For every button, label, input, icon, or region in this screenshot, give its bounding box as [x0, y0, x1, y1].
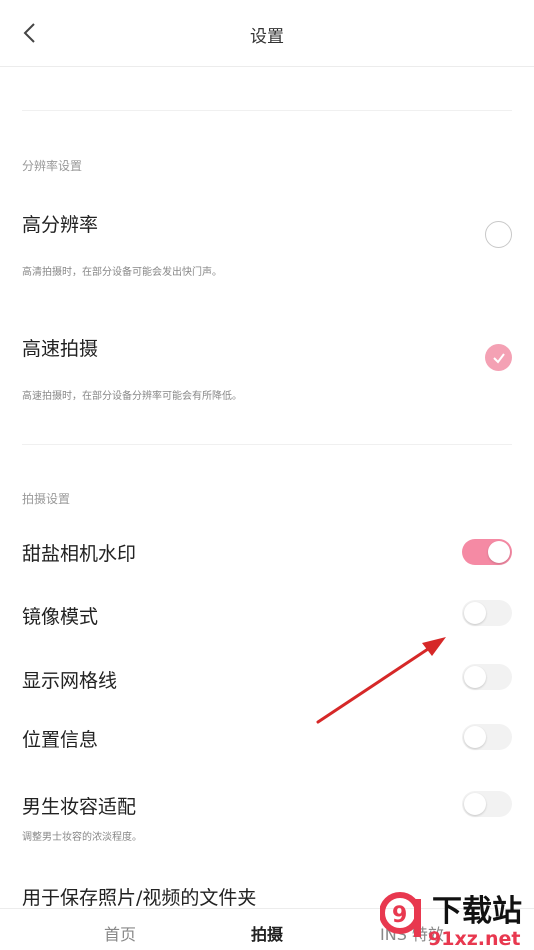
male-makeup-desc: 调整男士妆容的浓淡程度。	[22, 832, 142, 843]
watermark-toggle[interactable]	[462, 539, 512, 565]
toggle-knob	[464, 666, 486, 688]
toggle-knob	[464, 793, 486, 815]
nav-capture[interactable]: 拍摄	[251, 921, 283, 945]
toggle-knob	[488, 541, 510, 563]
grid-lines-toggle[interactable]	[462, 664, 512, 690]
location-label: 位置信息	[22, 729, 99, 751]
top-bar: 设置	[0, 0, 534, 67]
page-title: 设置	[250, 27, 284, 47]
watermark-label: 甜盐相机水印	[22, 543, 137, 565]
section-title-resolution: 分辨率设置	[22, 159, 83, 173]
toggle-knob	[464, 602, 486, 624]
high-resolution-radio[interactable]	[485, 221, 512, 248]
male-makeup-label: 男生妆容适配	[22, 796, 137, 818]
toggle-knob	[464, 726, 486, 748]
save-folder-label[interactable]: 用于保存照片/视频的文件夹	[22, 883, 256, 910]
watermark-number: 9	[392, 903, 407, 928]
site-watermark: 9 下载站 91xz.net	[379, 885, 534, 950]
high-speed-radio[interactable]	[485, 344, 512, 371]
nav-home[interactable]: 首页	[104, 921, 136, 945]
high-resolution-desc: 高清拍摄时，在部分设备可能会发出快门声。	[22, 267, 222, 278]
high-speed-label: 高速拍摄	[22, 338, 99, 360]
divider	[22, 444, 512, 445]
mirror-mode-label: 镜像模式	[22, 606, 99, 628]
high-resolution-label: 高分辨率	[22, 214, 99, 236]
mirror-mode-toggle[interactable]	[462, 600, 512, 626]
watermark-url: 91xz.net	[428, 928, 520, 950]
section-title-capture: 拍摄设置	[22, 492, 71, 506]
watermark-logo-icon: 9 下载站 91xz.net	[379, 892, 522, 950]
divider	[22, 110, 512, 111]
high-speed-desc: 高速拍摄时，在部分设备分辨率可能会有所降低。	[22, 391, 242, 402]
male-makeup-toggle[interactable]	[462, 791, 512, 817]
watermark-text: 下载站	[432, 894, 522, 929]
grid-lines-label: 显示网格线	[22, 670, 118, 692]
location-toggle[interactable]	[462, 724, 512, 750]
check-icon	[492, 352, 505, 364]
